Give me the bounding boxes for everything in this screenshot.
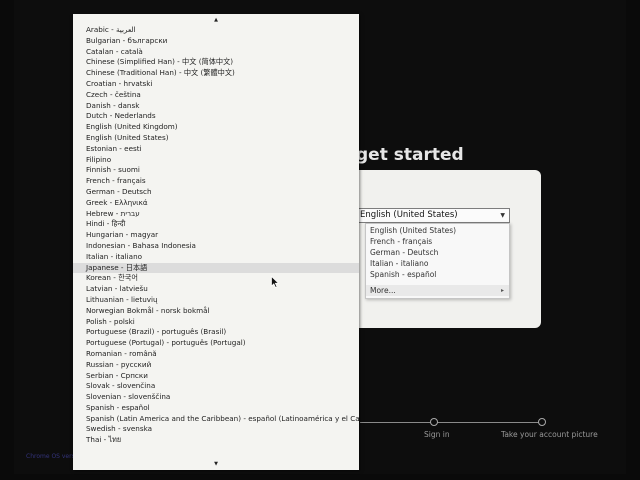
- language-menu-item[interactable]: Portuguese (Portugal) - português (Portu…: [73, 338, 359, 349]
- language-menu-item[interactable]: Indonesian - Bahasa Indonesia: [73, 241, 359, 252]
- language-menu: ▲ Arabic - العربية Bulgarian - български C…: [73, 14, 359, 470]
- language-menu-item[interactable]: Croatian - hrvatski: [73, 79, 359, 90]
- dropdown-option[interactable]: French - français: [370, 237, 432, 247]
- language-menu-item[interactable]: Czech - čeština: [73, 90, 359, 101]
- language-menu-item[interactable]: French - français: [73, 176, 359, 187]
- language-select[interactable]: English (United States) ▼: [356, 208, 510, 223]
- language-menu-item[interactable]: Japanese - 日本語: [73, 262, 359, 274]
- chevron-down-icon: ▼: [500, 212, 505, 219]
- language-menu-item[interactable]: German - Deutsch: [73, 187, 359, 198]
- language-menu-item[interactable]: Italian - italiano: [73, 252, 359, 263]
- scroll-up-icon[interactable]: ▲: [213, 17, 219, 23]
- language-menu-item[interactable]: Portuguese (Brazil) - português (Brasil): [73, 327, 359, 338]
- language-menu-item[interactable]: Chinese (Simplified Han) - 中文 (简体中文): [73, 57, 359, 68]
- language-menu-item[interactable]: Slovenian - slovenščina: [73, 392, 359, 403]
- language-menu-item[interactable]: Greek - Ελληνικά: [73, 198, 359, 209]
- dropdown-option[interactable]: German - Deutsch: [370, 248, 438, 258]
- language-menu-item[interactable]: Bulgarian - български: [73, 36, 359, 47]
- language-menu-item[interactable]: Norwegian Bokmål - norsk bokmål: [73, 306, 359, 317]
- language-menu-item[interactable]: Serbian - Српски: [73, 371, 359, 382]
- language-menu-item[interactable]: Dutch - Nederlands: [73, 111, 359, 122]
- step-dot-account-picture: [538, 418, 546, 426]
- language-menu-item[interactable]: Filipino: [73, 155, 359, 166]
- progress-line: [360, 422, 542, 423]
- welcome-title: get started: [356, 145, 464, 165]
- dropdown-option[interactable]: Spanish - español: [370, 270, 436, 280]
- language-list: Arabic - العربية Bulgarian - български Cat…: [73, 25, 359, 446]
- dropdown-more-label: More...: [370, 286, 396, 295]
- language-menu-item[interactable]: Hebrew - עברית: [73, 209, 359, 220]
- language-menu-item[interactable]: Spanish - español: [73, 403, 359, 414]
- language-menu-item[interactable]: English (United Kingdom): [73, 122, 359, 133]
- dropdown-option[interactable]: Italian - italiano: [370, 259, 428, 269]
- language-menu-item[interactable]: Chinese (Traditional Han) - 中文 (繁體中文): [73, 68, 359, 79]
- language-menu-item[interactable]: Hindi - हिन्दी: [73, 219, 359, 230]
- language-menu-item[interactable]: Lithuanian - lietuvių: [73, 295, 359, 306]
- dropdown-more-option[interactable]: More... ▸: [366, 285, 509, 296]
- mouse-cursor-icon: [271, 276, 280, 288]
- language-menu-item[interactable]: Thai - ไทย: [73, 435, 359, 446]
- language-menu-item[interactable]: Swedish - svenska: [73, 424, 359, 435]
- language-menu-item[interactable]: Korean - 한국어: [73, 273, 359, 284]
- language-select-value: English (United States): [360, 210, 458, 220]
- language-menu-item[interactable]: Polish - polski: [73, 317, 359, 328]
- chevron-right-icon: ▸: [500, 287, 504, 294]
- language-menu-item[interactable]: Russian - русский: [73, 360, 359, 371]
- language-menu-item[interactable]: Danish - dansk: [73, 101, 359, 112]
- language-menu-item[interactable]: Arabic - العربية: [73, 25, 359, 36]
- language-menu-item[interactable]: Latvian - latviešu: [73, 284, 359, 295]
- language-menu-item[interactable]: Romanian - română: [73, 349, 359, 360]
- dropdown-option[interactable]: English (United States): [370, 226, 456, 236]
- language-menu-item[interactable]: English (United States): [73, 133, 359, 144]
- language-menu-item[interactable]: Hungarian - magyar: [73, 230, 359, 241]
- language-menu-item[interactable]: Spanish (Latin America and the Caribbean…: [73, 414, 359, 425]
- language-menu-item[interactable]: Finnish - suomi: [73, 165, 359, 176]
- language-select-dropdown: English (United States) French - françai…: [365, 223, 510, 299]
- language-menu-item[interactable]: Slovak - slovenčina: [73, 381, 359, 392]
- os-version-text: Chrome OS versi: [26, 453, 77, 460]
- step-label-sign-in: Sign in: [424, 430, 450, 439]
- step-label-account-picture: Take your account picture: [501, 430, 598, 439]
- language-menu-item[interactable]: Catalan - català: [73, 47, 359, 58]
- step-dot-sign-in: [430, 418, 438, 426]
- scroll-down-icon[interactable]: ▼: [213, 461, 219, 467]
- language-menu-item[interactable]: Estonian - eesti: [73, 144, 359, 155]
